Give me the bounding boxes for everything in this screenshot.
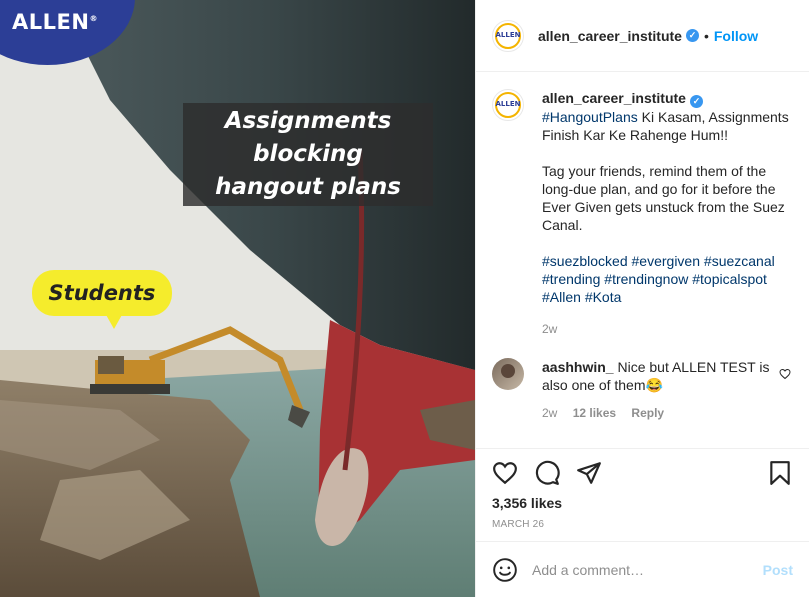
likes-count[interactable]: 3,356 likes [492,495,793,511]
caption-row: ALLEN allen_career_institute ✓ #HangoutPl… [492,89,793,338]
brand-logo: ALLEN® [12,10,98,34]
hashtag-link[interactable]: #topicalspot [692,271,767,287]
separator-dot: • [703,27,709,44]
follow-button[interactable]: Follow [714,28,758,44]
commenter-username[interactable]: aashhwin_ [542,359,614,375]
image-caption: Assignments blocking hangout plans [183,103,433,206]
comment-meta: 2w 12 likes Reply [542,404,782,422]
heart-icon[interactable] [492,460,518,486]
caption-text: allen_career_institute ✓ #HangoutPlans Ki… [542,89,793,338]
comment-body: aashhwin_ Nice but ALLEN TEST is also on… [542,358,782,422]
action-icons-row [492,459,793,487]
hashtag-link[interactable]: #HangoutPlans [542,109,638,125]
instagram-post: ALLEN® Assignments blocking hangout plan… [0,0,809,597]
avatar-text: ALLEN [495,30,521,39]
hashtag-link[interactable]: #evergiven [632,253,701,269]
brand-logo-text: ALLEN [12,10,90,34]
post-actions: 3,356 likes MARCH 26 [476,448,809,530]
add-comment-bar: Add a comment… Post [476,541,809,597]
caption-author-avatar[interactable]: ALLEN [492,89,524,121]
speech-bubble-tail [105,313,123,329]
hashtag-list: #suezblocked #evergiven #suezcanal #tren… [542,253,775,305]
post-comment-button[interactable]: Post [763,562,793,578]
comment-icon[interactable] [534,460,560,486]
post-side-panel: ALLEN allen_career_institute ✓ • Follow … [475,0,809,597]
hashtag-link[interactable]: #Kota [585,289,622,305]
author-username[interactable]: allen_career_institute [538,28,682,44]
hashtag-link[interactable]: #suezcanal [704,253,775,269]
verified-badge-icon: ✓ [689,95,703,108]
post-date[interactable]: MARCH 26 [492,519,793,530]
bookmark-icon[interactable] [767,460,793,486]
verified-badge-icon: ✓ [685,29,699,42]
author-avatar[interactable]: ALLEN [492,19,524,52]
caption-timestamp[interactable]: 2w [542,320,793,338]
image-caption-line1: Assignments blocking [224,108,392,167]
image-caption-line2: hangout plans [215,174,401,200]
share-icon[interactable] [576,460,602,486]
comment-likes[interactable]: 12 likes [573,406,616,420]
comment-input[interactable]: Add a comment… [532,562,763,578]
comment-like-heart-icon[interactable] [779,368,791,380]
comment-timestamp[interactable]: 2w [542,406,557,420]
registered-mark: ® [89,14,98,23]
speech-bubble: Students [32,270,172,316]
post-header: ALLEN allen_career_institute ✓ • Follow [476,0,809,72]
caption-paragraph: Tag your friends, remind them of the lon… [542,163,785,233]
hashtag-link[interactable]: #suezblocked [542,253,628,269]
hashtag-link[interactable]: #trendingnow [604,271,688,287]
avatar-text: ALLEN [495,100,521,108]
caption-username[interactable]: allen_career_institute [542,90,686,106]
reply-button[interactable]: Reply [631,406,664,420]
emoji-icon[interactable] [492,557,518,583]
post-image[interactable]: ALLEN® Assignments blocking hangout plan… [0,0,475,597]
commenter-avatar[interactable] [492,358,524,390]
comments-area[interactable]: ALLEN allen_career_institute ✓ #HangoutPl… [476,73,809,447]
hashtag-link[interactable]: #Allen [542,289,581,305]
hashtag-link[interactable]: #trending [542,271,600,287]
comment-row: aashhwin_ Nice but ALLEN TEST is also on… [492,358,793,422]
